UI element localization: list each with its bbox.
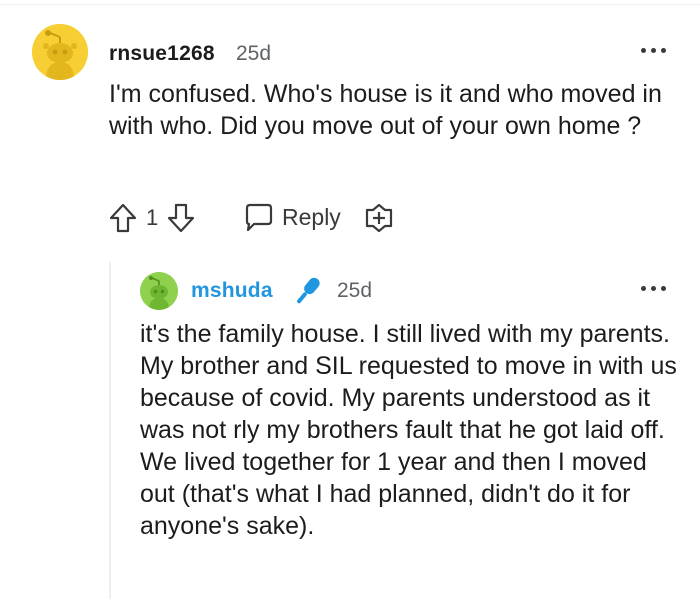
thread-line[interactable]: [109, 262, 111, 599]
reply-icon[interactable]: [242, 202, 276, 234]
upvote-icon[interactable]: [108, 202, 138, 234]
avatar[interactable]: [32, 24, 88, 80]
timestamp[interactable]: 25d: [337, 279, 372, 303]
more-options-icon[interactable]: [639, 46, 669, 56]
snoo-avatar-icon: [140, 272, 178, 310]
comment-body: it's the family house. I still lived wit…: [140, 320, 677, 540]
username[interactable]: rnsue1268: [109, 42, 215, 66]
microphone-icon: [289, 273, 325, 309]
downvote-icon[interactable]: [166, 202, 196, 234]
comment: rnsue1268 25d I'm confused. Who's house …: [0, 0, 700, 260]
username[interactable]: mshuda: [191, 279, 273, 303]
award-icon[interactable]: [362, 202, 396, 234]
avatar[interactable]: [140, 272, 178, 310]
more-options-icon[interactable]: [639, 284, 669, 294]
comment-body: I'm confused. Who's house is it and who …: [109, 80, 662, 140]
snoo-avatar-icon: [32, 24, 88, 80]
timestamp[interactable]: 25d: [236, 42, 271, 66]
reply-button[interactable]: Reply: [282, 204, 341, 231]
vote-count: 1: [146, 205, 159, 230]
comment-actions: 1 Reply: [104, 198, 424, 238]
